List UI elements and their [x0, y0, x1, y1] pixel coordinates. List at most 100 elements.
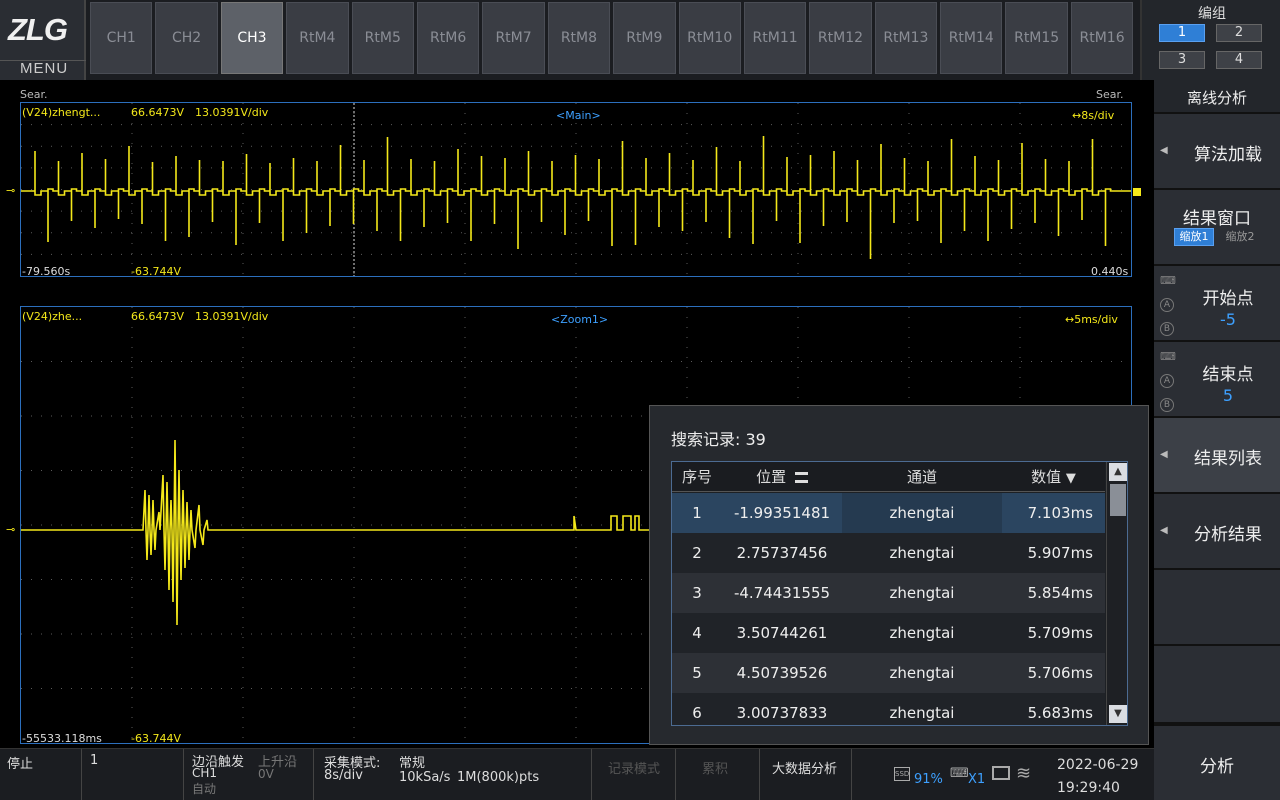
table-row[interactable]: 2 2.75737456 zhengtai 5.907ms [672, 533, 1105, 573]
zoom-ground-marker-icon: ⊸ [6, 523, 16, 536]
table-row[interactable]: 4 3.50744261 zhengtai 5.709ms [672, 613, 1105, 653]
acq-mode: 常规 [399, 756, 426, 771]
empty-softkey-1[interactable] [1154, 570, 1280, 646]
header-position[interactable]: 位置 [722, 462, 842, 492]
menu-button[interactable]: ZLG MENU [0, 0, 86, 80]
group-button-4[interactable]: 4 [1216, 51, 1262, 69]
zoom-voltage: 66.6473V [131, 310, 185, 323]
header-value-label: 数值 [1031, 468, 1062, 486]
table-row[interactable]: 3 -4.74431555 zhengtai 5.854ms [672, 573, 1105, 613]
main-waveform-plot [21, 103, 1131, 276]
group-button-1[interactable]: 1 [1159, 24, 1205, 42]
tab-rtm11[interactable]: RtM11 [743, 2, 807, 74]
header-channel[interactable]: 通道 [842, 462, 1002, 492]
tab-rtm5[interactable]: RtM5 [351, 2, 414, 74]
menu-label: MENU [20, 60, 69, 77]
tab-rtm7[interactable]: RtM7 [482, 2, 545, 74]
tab-rtm16[interactable]: RtM16 [1070, 2, 1134, 74]
run-stop-status[interactable]: 停止 [0, 749, 82, 800]
search-marker-left[interactable]: Sear. [20, 88, 48, 101]
accumulate-label: 累积 [702, 762, 729, 777]
zoom-timebase: ↔5ms/div [1065, 313, 1118, 326]
start-point-button[interactable]: ⌨ A B 开始点 -5 [1154, 266, 1280, 342]
algorithm-load-button[interactable]: ◀ 算法加载 [1154, 114, 1280, 190]
zoom1-button[interactable]: 缩放1 [1174, 228, 1214, 246]
cell-channel: zhengtai [889, 544, 955, 562]
results-scrollbar[interactable]: ▲ ▼ [1106, 462, 1127, 725]
tab-rtm15[interactable]: RtM15 [1005, 2, 1068, 74]
analysis-result-label: 分析结果 [1194, 525, 1262, 545]
record-mode-button[interactable]: 记录模式 [592, 749, 676, 800]
tab-rtm10[interactable]: RtM10 [678, 2, 741, 74]
result-list-label: 结果列表 [1194, 449, 1262, 469]
analysis-result-button[interactable]: ◀ 分析结果 [1154, 494, 1280, 570]
cell-channel: zhengtai [889, 664, 955, 682]
search-marker-right[interactable]: Sear. [1096, 88, 1124, 101]
panel-title: 离线分析 [1186, 89, 1247, 107]
trigger-status[interactable]: 边沿触发 CH1 自动 上升沿 0V [184, 749, 314, 800]
tab-rtm14[interactable]: RtM14 [940, 2, 1003, 74]
group-button-3[interactable]: 3 [1159, 51, 1205, 69]
empty-softkey-2[interactable] [1154, 646, 1280, 724]
tab-rtm13[interactable]: RtM13 [874, 2, 938, 74]
table-row[interactable]: 6 3.00737833 zhengtai 5.683ms [672, 693, 1105, 725]
acquisition-status[interactable]: 采集模式: 常规 8s/div 10kSa/s 1M(800k)pts [314, 749, 592, 800]
trigger-level: 0V [258, 767, 274, 781]
scroll-up-icon[interactable]: ▲ [1109, 463, 1127, 481]
main-waveform-trace [21, 136, 1131, 259]
main-offset-voltage: -63.744V [131, 265, 181, 278]
trigger-mode: 自动 [192, 782, 217, 796]
cell-index: 2 [692, 544, 702, 562]
tab-rtm8[interactable]: RtM8 [547, 2, 611, 74]
tab-rtm4[interactable]: RtM4 [286, 2, 349, 74]
tab-rtm6[interactable]: RtM6 [416, 2, 480, 74]
main-time-right: 0.440s [1091, 265, 1129, 278]
cell-position: 3.50744261 [736, 624, 828, 642]
table-row[interactable]: 1 -1.99351481 zhengtai 7.103ms [672, 493, 1105, 533]
ssd-usage: 91% [914, 772, 943, 787]
cell-value: 5.854ms [1027, 584, 1093, 602]
offline-analysis-panel: 离线分析 ◀ 算法加载 结果窗口 缩放1 缩放2 ⌨ A B 开始点 -5 ⌨ … [1154, 80, 1280, 800]
cell-channel: zhengtai [889, 704, 955, 722]
system-icons: SSD 91% ⌨ X1 ≋ [852, 749, 1042, 800]
cell-channel: zhengtai [889, 624, 955, 642]
knob-a-icon: A [1160, 374, 1174, 388]
results-table-header: 序号 位置 通道 数值 ▼ [672, 462, 1105, 492]
tab-rtm9[interactable]: RtM9 [613, 2, 676, 74]
header-index[interactable]: 序号 [672, 462, 722, 492]
header-value[interactable]: 数值 ▼ [1002, 462, 1105, 492]
accumulate-button[interactable]: 累积 [676, 749, 760, 800]
big-data-analysis-button[interactable]: 大数据分析 [760, 749, 852, 800]
run-state: 停止 [7, 757, 34, 772]
status-date: 2022-06-29 [1057, 757, 1139, 773]
table-row[interactable]: 5 4.50739526 zhengtai 5.706ms [672, 653, 1105, 693]
result-list-button[interactable]: ◀ 结果列表 [1154, 418, 1280, 494]
main-waveform-window[interactable]: (V24)zhengt... 66.6473V 13.0391V/div <Ma… [20, 102, 1132, 278]
zoom-window-title: <Zoom1> [551, 313, 609, 326]
zoom2-button[interactable]: 缩放2 [1220, 228, 1260, 246]
end-point-button[interactable]: ⌨ A B 结束点 5 [1154, 342, 1280, 418]
wifi-icon: ≋ [1016, 763, 1032, 784]
usb-icon: ⌨ [950, 766, 969, 781]
knob-b-icon: B [1160, 322, 1174, 336]
tab-ch3[interactable]: CH3 [220, 2, 284, 74]
algorithm-load-label: 算法加载 [1194, 145, 1262, 165]
scroll-down-icon[interactable]: ▼ [1109, 705, 1127, 723]
search-results-popup: 搜索记录: 39 序号 位置 通道 数值 ▼ 1 -1.99351481 zheng… [649, 405, 1149, 745]
tab-ch1[interactable]: CH1 [90, 2, 153, 74]
acquisition-count[interactable]: 1 [82, 749, 184, 800]
cell-channel: zhengtai [842, 493, 1002, 533]
cell-value: 5.709ms [1027, 624, 1093, 642]
analyze-button[interactable]: 分析 [1154, 724, 1280, 800]
scroll-thumb[interactable] [1110, 484, 1126, 516]
header-position-label: 位置 [756, 468, 787, 486]
cell-position: -4.74431555 [733, 584, 831, 602]
tab-ch2[interactable]: CH2 [155, 2, 218, 74]
group-button-2[interactable]: 2 [1216, 24, 1262, 42]
cell-index: 3 [692, 584, 702, 602]
tab-rtm12[interactable]: RtM12 [809, 2, 872, 74]
keyboard-icon: ⌨ [1160, 274, 1176, 287]
sort-descending-icon: ▼ [1065, 471, 1076, 486]
main-channel-label: (V24)zhengt... [22, 106, 101, 119]
ssd-icon: SSD [894, 767, 910, 781]
